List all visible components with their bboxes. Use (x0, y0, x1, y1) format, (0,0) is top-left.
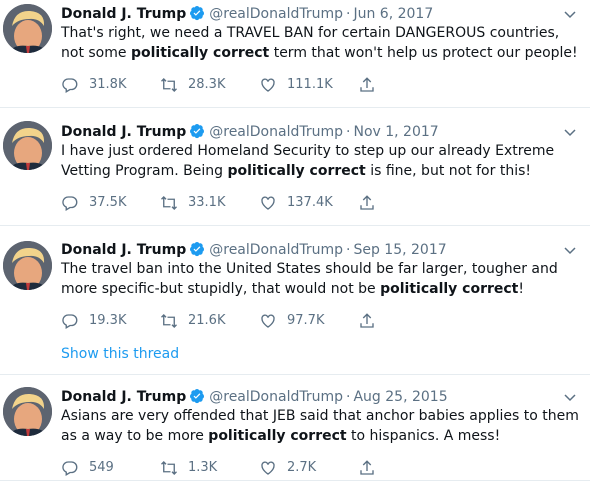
tweet-header: Donald J. Trump @realDonaldTrump · Aug 25, … (61, 387, 590, 407)
avatar-image (3, 387, 52, 436)
timeline: Donald J. Trump @realDonaldTrump · Jun 6, 2… (0, 0, 590, 481)
tweet-actions: 19.3K 21.6K 97.7K (61, 311, 590, 331)
user-handle[interactable]: @realDonaldTrump (209, 6, 343, 22)
retweet-icon (161, 314, 177, 328)
reply-count: 37.5K (89, 195, 127, 210)
display-name[interactable]: Donald J. Trump (61, 242, 186, 258)
share-icon (360, 195, 374, 210)
tweet-text: That's right, we need a TRAVEL BAN for c… (61, 25, 578, 61)
retweet-count: 1.3K (188, 460, 218, 475)
avatar[interactable] (3, 121, 52, 170)
verified-badge-icon (190, 242, 205, 257)
retweet-count: 28.3K (188, 77, 226, 92)
retweet-icon (161, 461, 177, 475)
heart-icon (261, 314, 275, 328)
tweet-date[interactable]: Sep 15, 2017 (353, 242, 446, 258)
tweet[interactable]: Donald J. Trump @realDonaldTrump · Nov 1, 2… (0, 108, 590, 226)
tweet-actions: 37.5K 33.1K 137.4K (61, 193, 590, 213)
reply-icon (62, 78, 78, 93)
chevron-down-icon[interactable] (562, 387, 578, 407)
avatar-image (3, 4, 52, 53)
avatar[interactable] (3, 387, 52, 436)
display-name[interactable]: Donald J. Trump (61, 124, 186, 140)
like-count: 2.7K (287, 460, 317, 475)
verified-badge-icon (190, 6, 205, 21)
reply-icon (62, 314, 78, 329)
reply-count: 19.3K (89, 313, 127, 328)
reply-count: 549 (89, 460, 114, 475)
show-thread-link[interactable]: Show this thread (61, 344, 179, 364)
display-name[interactable]: Donald J. Trump (61, 389, 186, 405)
user-handle[interactable]: @realDonaldTrump (209, 124, 343, 140)
tweet-text: Asians are very offended that JEB said t… (61, 408, 579, 444)
like-count: 111.1K (287, 77, 333, 92)
avatar[interactable] (3, 4, 52, 53)
heart-icon (261, 461, 275, 475)
retweet-count: 21.6K (188, 313, 226, 328)
user-handle[interactable]: @realDonaldTrump (209, 389, 343, 405)
tweet[interactable]: Donald J. Trump @realDonaldTrump · Jun 6, 2… (0, 0, 590, 108)
retweet-icon (161, 78, 177, 92)
heart-icon (261, 196, 275, 210)
tweet-text: I have just ordered Homeland Security to… (61, 143, 555, 179)
share-icon (360, 77, 374, 92)
user-handle[interactable]: @realDonaldTrump (209, 242, 343, 258)
share-icon (360, 313, 374, 328)
reply-icon (62, 196, 78, 211)
verified-badge-icon (190, 124, 205, 139)
chevron-down-icon[interactable] (562, 240, 578, 260)
tweet-header: Donald J. Trump @realDonaldTrump · Nov 1, 2… (61, 122, 590, 142)
display-name[interactable]: Donald J. Trump (61, 6, 186, 22)
avatar-image (3, 241, 52, 290)
retweet-count: 33.1K (188, 195, 226, 210)
separator-dot: · (346, 242, 351, 258)
avatar-image (3, 121, 52, 170)
tweet-date[interactable]: Nov 1, 2017 (353, 124, 438, 140)
share-icon (360, 460, 374, 475)
tweet-text: The travel ban into the United States sh… (61, 261, 558, 297)
avatar[interactable] (3, 241, 52, 290)
separator-dot: · (346, 6, 351, 22)
retweet-icon (161, 196, 177, 210)
tweet-header: Donald J. Trump @realDonaldTrump · Sep 15, … (61, 240, 590, 260)
reply-count: 31.8K (89, 77, 127, 92)
chevron-down-icon[interactable] (562, 122, 578, 142)
separator-dot: · (346, 389, 351, 405)
chevron-down-icon[interactable] (562, 4, 578, 24)
tweet-date[interactable]: Aug 25, 2015 (353, 389, 447, 405)
like-count: 137.4K (287, 195, 333, 210)
tweet-date[interactable]: Jun 6, 2017 (353, 6, 433, 22)
heart-icon (261, 78, 275, 92)
tweet-header: Donald J. Trump @realDonaldTrump · Jun 6, 2… (61, 4, 590, 24)
tweet[interactable]: Donald J. Trump @realDonaldTrump · Sep 15, … (0, 226, 590, 375)
tweet-actions: 31.8K 28.3K 111.1K (61, 75, 590, 95)
verified-badge-icon (190, 389, 205, 404)
separator-dot: · (346, 124, 351, 140)
reply-icon (62, 461, 78, 476)
tweet[interactable]: Donald J. Trump @realDonaldTrump · Aug 25, … (0, 375, 590, 481)
tweet-actions: 549 1.3K 2.7K (61, 458, 590, 478)
like-count: 97.7K (287, 313, 325, 328)
